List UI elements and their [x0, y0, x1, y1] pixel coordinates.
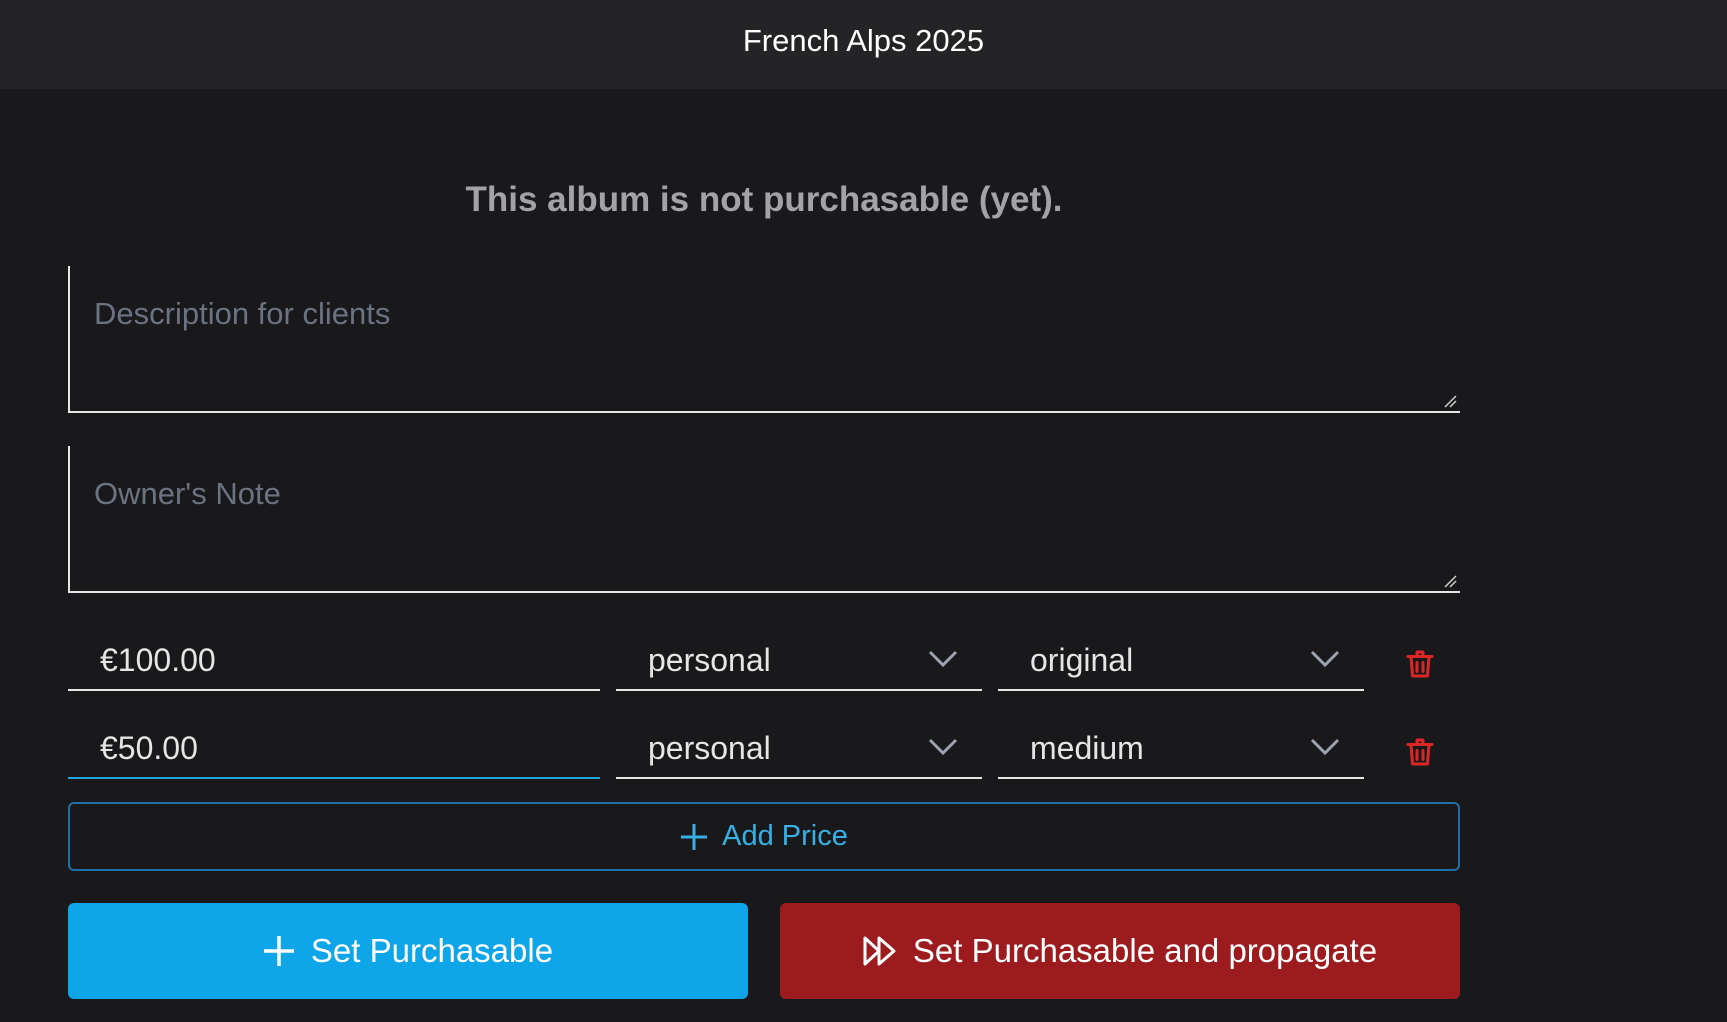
add-price-label: Add Price: [722, 820, 848, 852]
chevron-down-icon: [1310, 650, 1340, 668]
license-select[interactable]: personal: [616, 631, 982, 691]
size-value: medium: [1030, 729, 1144, 766]
app-header: French Alps 2025: [0, 0, 1727, 89]
set-purchasable-button[interactable]: Set Purchasable: [68, 903, 748, 999]
resize-handle-icon[interactable]: [1443, 574, 1457, 588]
album-title: French Alps 2025: [742, 22, 985, 58]
trash-icon[interactable]: [1402, 646, 1438, 682]
owner-note-textarea[interactable]: [70, 446, 1460, 591]
set-purchasable-propagate-button[interactable]: Set Purchasable and propagate: [780, 903, 1460, 999]
price-amount-input[interactable]: €50.00: [68, 719, 600, 779]
add-price-button[interactable]: Add Price: [68, 802, 1460, 871]
size-select[interactable]: original: [998, 631, 1364, 691]
fast-forward-icon: [863, 936, 896, 966]
resize-handle-icon[interactable]: [1443, 394, 1457, 408]
chevron-down-icon: [928, 650, 958, 668]
plus-icon: [263, 936, 294, 966]
purchasable-notice: This album is not purchasable (yet).: [465, 180, 1063, 219]
description-field-container: [68, 266, 1460, 413]
license-value: personal: [648, 729, 771, 766]
set-purchasable-label: Set Purchasable: [310, 932, 554, 969]
trash-icon[interactable]: [1402, 734, 1438, 770]
chevron-down-icon: [1310, 738, 1340, 756]
price-amount-input[interactable]: €100.00: [68, 631, 600, 691]
license-value: personal: [648, 641, 771, 678]
price-row: €50.00 personal medium: [68, 719, 1460, 779]
description-textarea[interactable]: [70, 266, 1460, 411]
plus-icon: [681, 823, 708, 850]
owner-note-field-container: [68, 446, 1460, 593]
set-purchasable-propagate-label: Set Purchasable and propagate: [912, 932, 1378, 969]
size-value: original: [1030, 641, 1134, 678]
license-select[interactable]: personal: [616, 719, 982, 779]
price-amount-value: €100.00: [100, 641, 216, 678]
price-amount-value: €50.00: [100, 729, 198, 766]
chevron-down-icon: [928, 738, 958, 756]
price-row: €100.00 personal original: [68, 631, 1460, 691]
size-select[interactable]: medium: [998, 719, 1364, 779]
